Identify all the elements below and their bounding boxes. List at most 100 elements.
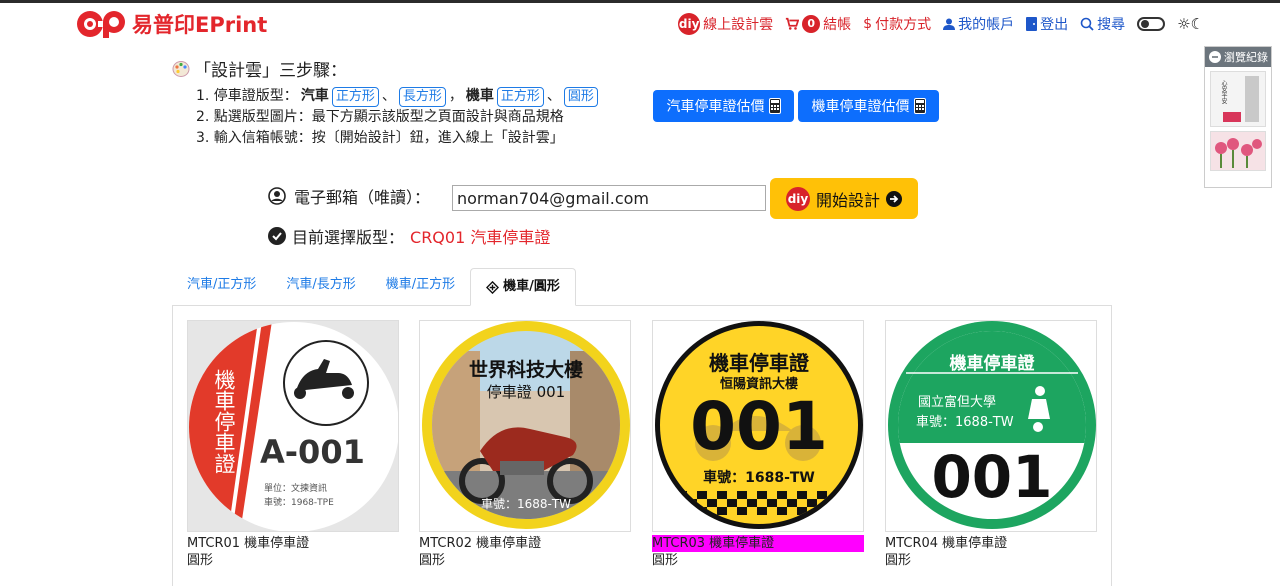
cart-count-badge: 0 bbox=[802, 15, 821, 33]
card-shape: 圓形 bbox=[652, 553, 679, 568]
diy-icon: diy bbox=[678, 13, 701, 35]
search-icon bbox=[1080, 17, 1094, 31]
template-card-mtcr03[interactable]: 機車停車證 恒陽資訊大樓 001 車號：1688-TW MTCR03 機車停車證… bbox=[652, 320, 864, 570]
user-icon bbox=[943, 18, 956, 30]
email-field[interactable] bbox=[452, 185, 766, 211]
eprint-logo-icon bbox=[77, 11, 125, 38]
selected-value: CRQ01 汽車停車證 bbox=[410, 228, 551, 247]
card-name: MTCR02 機車停車證 bbox=[419, 536, 542, 551]
logout-icon bbox=[1026, 17, 1038, 31]
card-shape: 圓形 bbox=[419, 553, 446, 568]
theme-toggle[interactable] bbox=[1137, 17, 1166, 31]
car-estimate-button[interactable]: 汽車停車證估價 bbox=[653, 90, 794, 122]
card-thumbnail[interactable]: 機車停車證 A-001 單位：文揀資訊 車號：1968-TPE bbox=[187, 320, 399, 532]
car-estimate-label: 汽車停車證估價 bbox=[666, 99, 765, 115]
mtcr04-title: 機車停車證 bbox=[949, 354, 1035, 374]
sun-moon-icon[interactable]: ☼☾ bbox=[1177, 15, 1204, 33]
step1-prefix: 1. 停車證版型： bbox=[196, 88, 298, 104]
mtcr02-title: 世界科技大樓 bbox=[468, 359, 583, 381]
mtcr04-number: 001 bbox=[931, 443, 1053, 511]
minus-circle-icon bbox=[1209, 51, 1221, 63]
chip-moto-round[interactable]: 圓形 bbox=[563, 86, 598, 107]
tab-moto-round-label: 機車/圓形 bbox=[503, 279, 560, 294]
site-logo[interactable]: 易普印EPrint bbox=[76, 9, 267, 39]
step-3: 3. 輸入信箱帳號：按〔開始設計〕鈕，進入線上「設計雲」 bbox=[196, 130, 564, 146]
card-thumbnail[interactable]: 機車停車證 國立富但大學 車號：1688-TW 001 bbox=[885, 320, 1097, 532]
sep: ， bbox=[448, 88, 463, 104]
card-shape: 圓形 bbox=[885, 553, 912, 568]
dollar-icon: $ bbox=[863, 16, 873, 32]
check-circle-icon bbox=[268, 227, 286, 245]
template-card-mtcr02[interactable]: 世界科技大樓 停車證 001 車號：1688-TW MTCR02 機車停車證 圓… bbox=[419, 320, 631, 570]
history-item[interactable]: 心安平安 bbox=[1210, 71, 1266, 127]
card-name: MTCR01 機車停車證 bbox=[187, 536, 310, 551]
logo-text: 易普印EPrint bbox=[132, 13, 268, 37]
chip-moto-square[interactable]: 正方形 bbox=[496, 86, 544, 107]
start-design-button[interactable]: diy 開始設計 bbox=[770, 178, 918, 219]
mtcr04-org: 國立富但大學 bbox=[918, 395, 997, 410]
step-1: 1. 停車證版型： 汽車 正方形、 長方形，機車 正方形、 圓形 bbox=[196, 86, 598, 107]
tab-car-square[interactable]: 汽車/正方形 bbox=[172, 268, 271, 306]
card-thumbnail[interactable]: 世界科技大樓 停車證 001 車號：1688-TW bbox=[419, 320, 631, 532]
account-link[interactable]: 我的帳戶 bbox=[943, 14, 1014, 34]
moto-estimate-label: 機車停車證估價 bbox=[811, 99, 910, 115]
history-header[interactable]: 瀏覽紀錄 bbox=[1205, 47, 1271, 67]
start-design-label: 開始設計 bbox=[815, 190, 880, 210]
logout-link[interactable]: 登出 bbox=[1026, 14, 1068, 34]
mtcr01-line2: 車號：1968-TPE bbox=[264, 498, 334, 508]
mtcr01-code: A-001 bbox=[260, 433, 365, 471]
step1-moto: 機車 bbox=[465, 88, 494, 104]
sep: 、 bbox=[546, 88, 561, 104]
history-thumb-2 bbox=[1211, 132, 1265, 170]
palette-icon bbox=[172, 60, 190, 77]
selected-template-row: 目前選擇版型： CRQ01 汽車停車證 bbox=[268, 224, 550, 248]
account-label: 我的帳戶 bbox=[958, 17, 1015, 33]
step-2: 2. 點選版型圖片：最下方顯示該版型之頁面設計與商品規格 bbox=[196, 109, 564, 125]
email-label: 電子郵箱（唯讀）： bbox=[294, 188, 431, 207]
tab-moto-square[interactable]: 機車/正方形 bbox=[371, 268, 470, 306]
online-design-link[interactable]: diy 線上設計雲 bbox=[678, 13, 773, 35]
steps-title-text: 「設計雲」三步驟： bbox=[194, 61, 347, 81]
mtcr03-title: 機車停車證 bbox=[709, 351, 809, 375]
steps-title: 「設計雲」三步驟： bbox=[172, 56, 347, 81]
template-card-mtcr01[interactable]: 機車停車證 A-001 單位：文揀資訊 車號：1968-TPE MTCR01 機… bbox=[187, 320, 399, 570]
cart-icon bbox=[786, 17, 800, 30]
selected-label: 目前選擇版型： bbox=[292, 228, 405, 247]
mtcr03-number: 001 bbox=[690, 388, 828, 465]
diamond-grid-icon bbox=[486, 280, 500, 294]
email-row: 電子郵箱（唯讀）： bbox=[268, 184, 430, 208]
moto-estimate-button[interactable]: 機車停車證估價 bbox=[798, 90, 939, 122]
card-thumbnail[interactable]: 機車停車證 恒陽資訊大樓 001 車號：1688-TW bbox=[652, 320, 864, 532]
card-name-highlight: MTCR03 機車停車證 bbox=[652, 535, 864, 552]
top-nav: diy 線上設計雲 0 結帳 $ 付款方式 我的帳戶 登出 搜尋 ☼☾ bbox=[678, 13, 1204, 35]
browse-history-panel: 瀏覽紀錄 心安平安 bbox=[1204, 46, 1272, 188]
calculator-icon bbox=[768, 98, 781, 114]
search-link[interactable]: 搜尋 bbox=[1080, 14, 1125, 34]
card-name: MTCR03 機車停車證 bbox=[652, 535, 864, 552]
online-design-label: 線上設計雲 bbox=[703, 17, 774, 33]
chip-car-square[interactable]: 正方形 bbox=[331, 86, 379, 107]
mtcr04-plate: 車號：1688-TW bbox=[916, 415, 1014, 430]
site-header: 易普印EPrint diy 線上設計雲 0 結帳 $ 付款方式 我的帳戶 登出 … bbox=[0, 3, 1280, 45]
payment-label: 付款方式 bbox=[875, 17, 932, 33]
card-name: MTCR04 機車停車證 bbox=[885, 536, 1008, 551]
card-shape: 圓形 bbox=[187, 553, 214, 568]
history-item1-text: 心安平安 bbox=[1220, 80, 1227, 104]
tab-car-rect[interactable]: 汽車/長方形 bbox=[271, 268, 370, 306]
mtcr01-side-text: 機車停車證 bbox=[212, 369, 236, 474]
diy-icon: diy bbox=[785, 186, 810, 211]
payment-link[interactable]: $ 付款方式 bbox=[863, 14, 931, 34]
checkout-link[interactable]: 0 結帳 bbox=[785, 14, 851, 34]
mtcr02-plate: 車號：1688-TW bbox=[480, 497, 572, 511]
chip-car-rect[interactable]: 長方形 bbox=[398, 86, 446, 107]
search-label: 搜尋 bbox=[1097, 17, 1126, 33]
mtcr02-sub: 停車證 001 bbox=[486, 383, 566, 401]
sep: 、 bbox=[381, 88, 396, 104]
step1-car: 汽車 bbox=[300, 88, 329, 104]
logout-label: 登出 bbox=[1040, 17, 1069, 33]
tab-moto-round[interactable]: 機車/圓形 bbox=[470, 268, 576, 306]
template-card-mtcr04[interactable]: 機車停車證 國立富但大學 車號：1688-TW 001 MTCR04 機車停車證… bbox=[885, 320, 1097, 570]
user-circle-icon bbox=[268, 187, 286, 205]
steps-list: 1. 停車證版型： 汽車 正方形、 長方形，機車 正方形、 圓形 2. 點選版型圖… bbox=[196, 86, 598, 149]
history-item[interactable] bbox=[1210, 131, 1266, 171]
